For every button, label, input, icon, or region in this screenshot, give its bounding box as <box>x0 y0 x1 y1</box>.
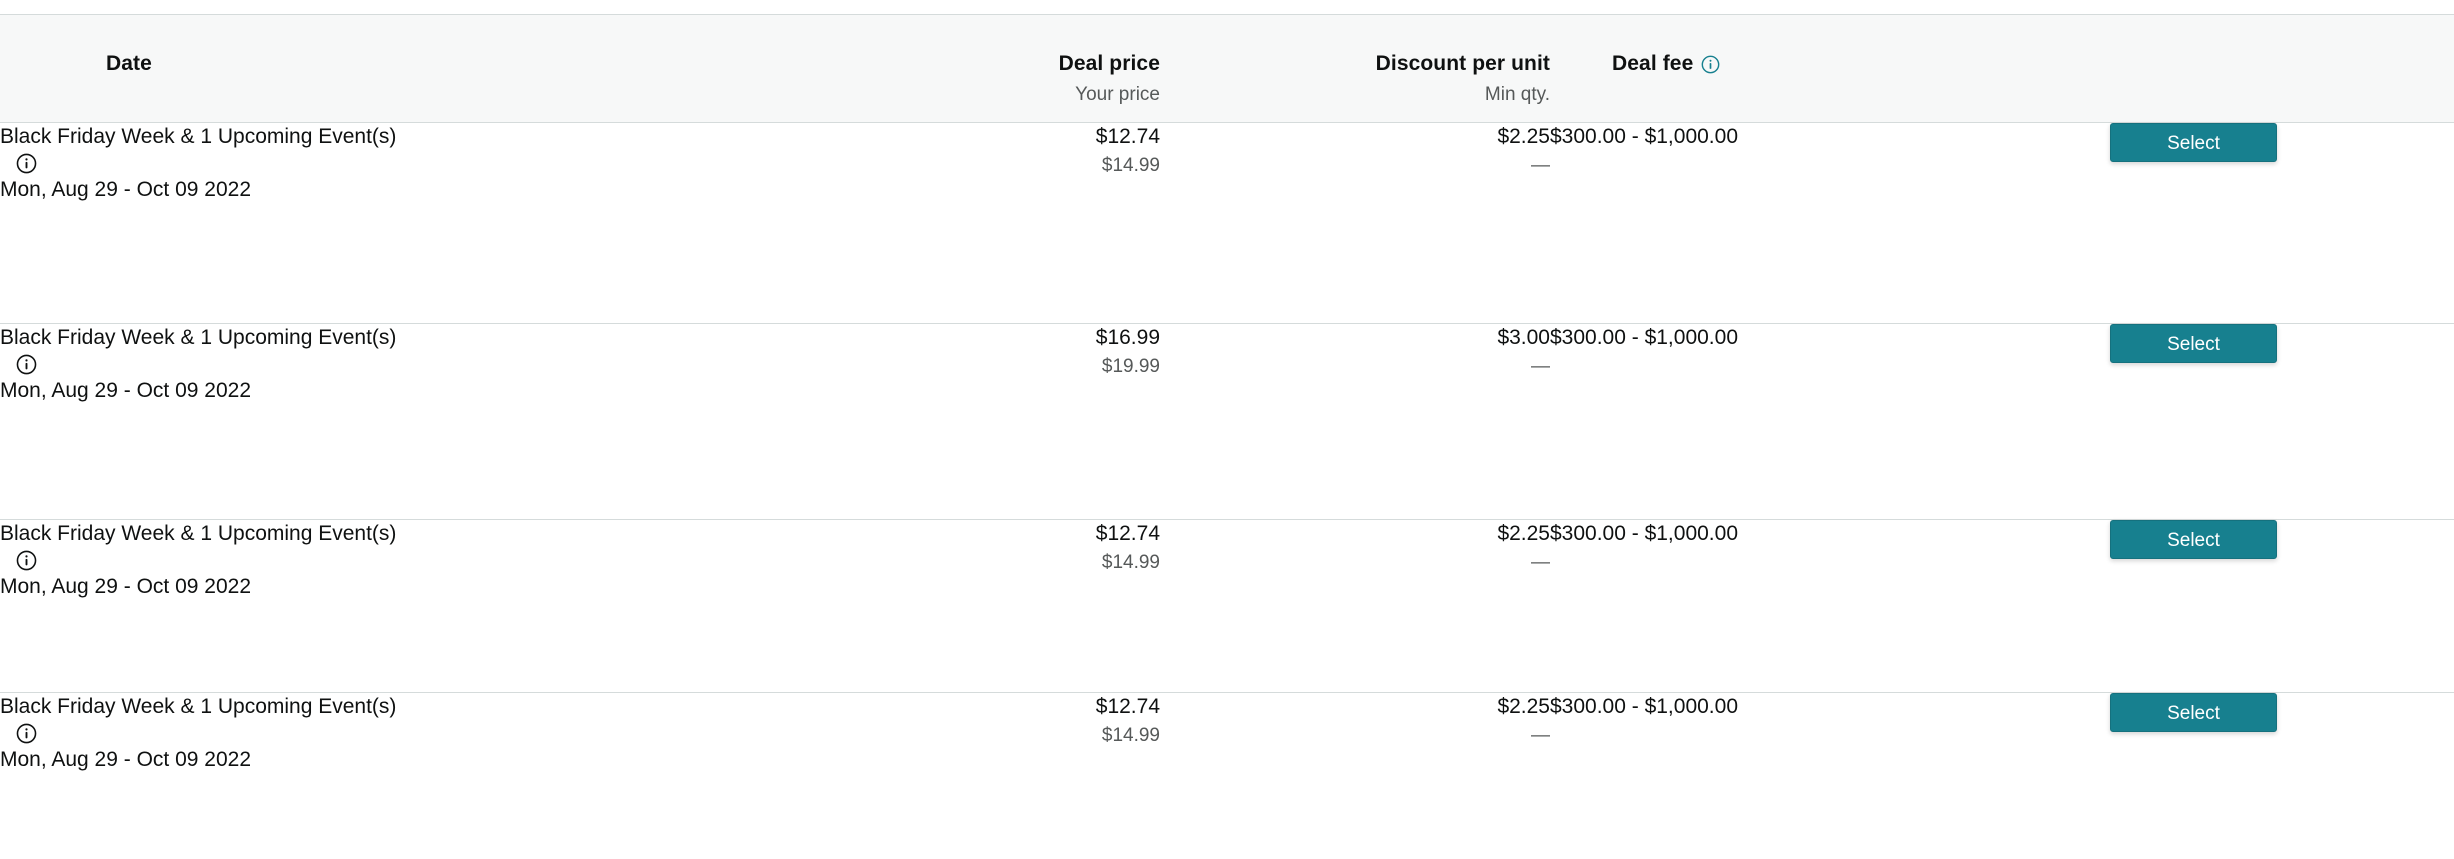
discount-per-unit-value: $2.25 <box>1497 522 1550 545</box>
your-price-value: $14.99 <box>1101 725 1160 747</box>
cell-discount-per-unit: $3.00 — <box>1160 324 1550 520</box>
cell-discount-per-unit: $2.25 — <box>1160 693 1550 847</box>
info-circle-icon[interactable] <box>16 153 1000 174</box>
discount-per-unit-value: $3.00 <box>1497 326 1550 349</box>
cell-deal-fee: $300.00 - $1,000.00 <box>1550 123 2110 324</box>
top-spacer <box>0 0 2454 14</box>
deal-fee-value: $300.00 - $1,000.00 <box>1550 125 1738 148</box>
deal-price-value: $12.74 <box>1095 695 1160 718</box>
date-range: Mon, Aug 29 - Oct 09 2022 <box>0 178 251 202</box>
cell-date: Black Friday Week & 1 Upcoming Event(s) … <box>0 123 1000 324</box>
info-circle-icon[interactable] <box>16 723 1000 744</box>
event-name: Black Friday Week & 1 Upcoming Event(s) <box>0 125 397 148</box>
cell-date: Black Friday Week & 1 Upcoming Event(s) … <box>0 520 1000 693</box>
cell-deal-price: $12.74 $14.99 <box>1000 693 1160 847</box>
cell-deal-price: $12.74 $14.99 <box>1000 123 1160 324</box>
cell-date: Black Friday Week & 1 Upcoming Event(s) … <box>0 693 1000 847</box>
your-price-value: $14.99 <box>1101 552 1160 574</box>
cell-discount-per-unit: $2.25 — <box>1160 520 1550 693</box>
column-header-deal-price-subtitle: Your price <box>1075 84 1160 106</box>
column-header-deal-fee: Deal fee <box>1550 15 2110 123</box>
cell-action: Select <box>2110 693 2454 847</box>
deal-price-value: $12.74 <box>1095 125 1160 148</box>
date-range: Mon, Aug 29 - Oct 09 2022 <box>0 379 251 403</box>
deals-table: Date Deal price Your price Discount per … <box>0 14 2454 847</box>
deal-fee-value: $300.00 - $1,000.00 <box>1550 522 1738 545</box>
deal-price-value: $16.99 <box>1095 326 1160 349</box>
min-qty-value: — <box>1531 552 1550 574</box>
table-row: Black Friday Week & 1 Upcoming Event(s) … <box>0 520 2454 693</box>
deal-fee-value: $300.00 - $1,000.00 <box>1550 326 1738 349</box>
cell-deal-fee: $300.00 - $1,000.00 <box>1550 520 2110 693</box>
event-name: Black Friday Week & 1 Upcoming Event(s) <box>0 326 397 349</box>
column-header-discount-per-unit: Discount per unit Min qty. <box>1160 15 1550 123</box>
select-button[interactable]: Select <box>2110 520 2277 559</box>
cell-action: Select <box>2110 324 2454 520</box>
min-qty-value: — <box>1531 155 1550 177</box>
column-header-action <box>2110 15 2454 123</box>
date-range: Mon, Aug 29 - Oct 09 2022 <box>0 575 251 599</box>
column-header-discount-title: Discount per unit <box>1375 52 1550 75</box>
table-body: Black Friday Week & 1 Upcoming Event(s) … <box>0 123 2454 847</box>
column-header-deal-fee-title-wrap: Deal fee <box>1612 51 2110 77</box>
table-row: Black Friday Week & 1 Upcoming Event(s) … <box>0 123 2454 324</box>
min-qty-value: — <box>1531 356 1550 378</box>
deal-fee-value: $300.00 - $1,000.00 <box>1550 695 1738 718</box>
table-row: Black Friday Week & 1 Upcoming Event(s) … <box>0 693 2454 847</box>
cell-deal-fee: $300.00 - $1,000.00 <box>1550 324 2110 520</box>
table-header: Date Deal price Your price Discount per … <box>0 14 2454 123</box>
column-header-date: Date <box>0 15 1000 123</box>
cell-deal-price: $16.99 $19.99 <box>1000 324 1160 520</box>
cell-action: Select <box>2110 123 2454 324</box>
column-header-date-title: Date <box>106 52 152 75</box>
column-header-deal-price-title: Deal price <box>1058 52 1160 75</box>
column-header-deal-fee-title: Deal fee <box>1612 52 1694 75</box>
select-button[interactable]: Select <box>2110 324 2277 363</box>
select-button[interactable]: Select <box>2110 693 2277 732</box>
your-price-value: $14.99 <box>1101 155 1160 177</box>
column-header-discount-subtitle: Min qty. <box>1484 84 1550 106</box>
cell-discount-per-unit: $2.25 — <box>1160 123 1550 324</box>
date-range: Mon, Aug 29 - Oct 09 2022 <box>0 748 251 772</box>
info-circle-icon[interactable] <box>16 550 1000 571</box>
cell-deal-fee: $300.00 - $1,000.00 <box>1550 693 2110 847</box>
deal-price-value: $12.74 <box>1095 522 1160 545</box>
table-header-row: Date Deal price Your price Discount per … <box>0 15 2454 123</box>
discount-per-unit-value: $2.25 <box>1497 695 1550 718</box>
cell-deal-price: $12.74 $14.99 <box>1000 520 1160 693</box>
cell-date: Black Friday Week & 1 Upcoming Event(s) … <box>0 324 1000 520</box>
column-header-deal-price: Deal price Your price <box>1000 15 1160 123</box>
select-button[interactable]: Select <box>2110 123 2277 162</box>
event-name: Black Friday Week & 1 Upcoming Event(s) <box>0 522 397 545</box>
your-price-value: $19.99 <box>1101 356 1160 378</box>
table-row: Black Friday Week & 1 Upcoming Event(s) … <box>0 324 2454 520</box>
info-circle-icon[interactable] <box>1701 55 1720 74</box>
info-circle-icon[interactable] <box>16 354 1000 375</box>
min-qty-value: — <box>1531 725 1550 747</box>
cell-action: Select <box>2110 520 2454 693</box>
discount-per-unit-value: $2.25 <box>1497 125 1550 148</box>
event-name: Black Friday Week & 1 Upcoming Event(s) <box>0 695 397 718</box>
